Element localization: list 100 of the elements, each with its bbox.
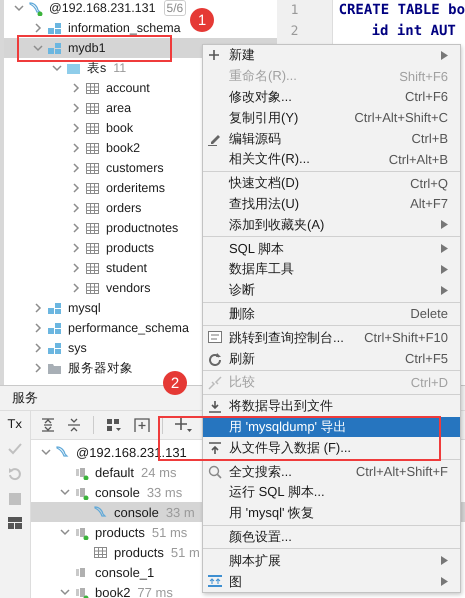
tree-row[interactable]: student bbox=[4, 258, 152, 278]
node-label: products bbox=[95, 524, 145, 540]
panel-title: 服务 bbox=[12, 390, 38, 405]
tree-row[interactable]: @192.168.231.131 5/6 bbox=[4, 0, 190, 18]
tree-row[interactable]: book bbox=[4, 118, 138, 138]
menu-item[interactable]: 图 bbox=[203, 571, 460, 592]
tree-row[interactable]: console 33 ms bbox=[31, 482, 186, 502]
add-frame-icon[interactable] bbox=[134, 417, 150, 433]
tree-row[interactable]: performance_schema bbox=[4, 318, 193, 338]
tree-row[interactable]: area bbox=[4, 98, 136, 118]
group-icon[interactable] bbox=[106, 418, 122, 432]
chevron-right-icon[interactable] bbox=[71, 123, 81, 133]
chevron-right-icon[interactable] bbox=[71, 83, 81, 93]
collapse-all-icon[interactable] bbox=[67, 418, 81, 432]
chevron-right-icon[interactable] bbox=[33, 303, 43, 313]
menu-item[interactable]: 跳转到查询控制台... Ctrl+Shift+F10 bbox=[203, 327, 460, 348]
node-label: 服务器对象 bbox=[68, 360, 133, 376]
tree-row[interactable]: productnotes bbox=[4, 218, 182, 238]
tree-row[interactable]: account bbox=[4, 78, 154, 98]
tree-row[interactable]: products 51 ms bbox=[31, 522, 192, 542]
layout-icon[interactable] bbox=[8, 517, 22, 529]
menu-item[interactable]: 复制引用(Y) Ctrl+Alt+Shift+C bbox=[203, 107, 460, 128]
tree-row[interactable]: sys bbox=[4, 338, 91, 358]
menu-item[interactable]: 相关文件(R)... Ctrl+Alt+B bbox=[203, 148, 460, 170]
table-icon bbox=[85, 80, 100, 96]
expand-all-icon[interactable] bbox=[41, 418, 55, 432]
menu-item[interactable]: 用 'mysqldump' 导出 bbox=[203, 416, 460, 438]
tree-row[interactable]: products bbox=[4, 238, 158, 258]
menu-item[interactable]: 删除 Delete bbox=[203, 304, 460, 324]
chevron-right-icon[interactable] bbox=[33, 323, 43, 333]
tree-row[interactable]: default 24 ms bbox=[31, 462, 180, 482]
menu-item[interactable]: 颜色设置... bbox=[203, 526, 460, 548]
chevron-right-icon[interactable] bbox=[71, 203, 81, 213]
menu-item[interactable]: 脚本扩展 bbox=[203, 550, 460, 572]
tree-row[interactable]: book2 bbox=[4, 138, 144, 158]
chevron-down-icon[interactable] bbox=[52, 63, 62, 73]
node-label: mydb1 bbox=[68, 41, 106, 55]
chevron-right-icon[interactable] bbox=[71, 183, 81, 193]
chevron-down-icon[interactable] bbox=[33, 43, 43, 53]
node-label: account bbox=[106, 81, 150, 95]
time-label: 77 ms bbox=[137, 584, 173, 598]
menu-item[interactable]: 运行 SQL 脚本... bbox=[203, 482, 460, 503]
node-label: sys bbox=[68, 341, 87, 355]
menu-item[interactable]: 添加到收藏夹(A) bbox=[203, 214, 460, 236]
tree-row[interactable]: book2 77 ms bbox=[31, 582, 177, 598]
step-badge: 2 bbox=[163, 371, 187, 395]
schema-icon bbox=[47, 340, 62, 356]
chevron-right-icon[interactable] bbox=[71, 223, 81, 233]
table-icon bbox=[85, 100, 100, 116]
node-label: book2 bbox=[95, 584, 130, 598]
code-line: id int AUT bbox=[370, 22, 457, 41]
menu-item[interactable]: 将数据导出到文件 bbox=[203, 396, 460, 417]
chevron-right-icon[interactable] bbox=[33, 363, 43, 373]
node-label: mysql bbox=[68, 301, 101, 315]
chevron-right-icon[interactable] bbox=[71, 263, 81, 273]
tree-row[interactable]: 表s 11 bbox=[4, 58, 130, 78]
menu-item[interactable]: SQL 脚本 bbox=[203, 238, 460, 259]
code-line: CREATE TABLE bo bbox=[338, 1, 465, 20]
menu-item[interactable]: 快速文档(D) Ctrl+Q bbox=[203, 172, 460, 194]
menu-item[interactable]: 数据库工具 bbox=[203, 258, 460, 280]
chevron-right-icon[interactable] bbox=[71, 103, 81, 113]
tree-row[interactable]: orderitems bbox=[4, 178, 170, 198]
tree-row[interactable]: vendors bbox=[4, 278, 154, 298]
tree-row[interactable]: orders bbox=[4, 198, 146, 218]
chevron-right-icon[interactable] bbox=[71, 163, 81, 173]
chevron-right-icon[interactable] bbox=[71, 143, 81, 153]
plus-icon bbox=[208, 49, 220, 61]
table-icon bbox=[85, 200, 100, 216]
chevron-right-icon[interactable] bbox=[71, 283, 81, 293]
node-label: productnotes bbox=[106, 221, 178, 235]
node-label: performance_schema bbox=[68, 321, 189, 335]
chevron-down-icon[interactable] bbox=[60, 527, 70, 537]
count-label: 11 bbox=[113, 61, 126, 75]
tree-row[interactable]: console_1 bbox=[31, 562, 158, 582]
tree-row[interactable]: customers bbox=[4, 158, 168, 178]
chevron-right-icon[interactable] bbox=[71, 243, 81, 253]
menu-item[interactable]: 从文件导入数据 (F)... bbox=[203, 437, 460, 458]
tree-row[interactable]: information_schema bbox=[4, 18, 185, 38]
menu-item[interactable]: 刷新 Ctrl+F5 bbox=[203, 348, 460, 369]
chevron-down-icon[interactable] bbox=[60, 487, 70, 497]
tree-row[interactable]: 服务器对象 bbox=[4, 358, 137, 378]
chevron-down-icon[interactable] bbox=[14, 3, 24, 13]
add-icon[interactable] bbox=[175, 417, 193, 433]
transaction-button[interactable]: Tx bbox=[8, 417, 22, 431]
menu-item[interactable]: 用 'mysql' 恢复 bbox=[203, 502, 460, 524]
tree-row[interactable]: mysql bbox=[4, 298, 105, 318]
chevron-down-icon[interactable] bbox=[60, 587, 70, 597]
table-icon bbox=[85, 120, 100, 136]
chevron-right-icon[interactable] bbox=[33, 23, 43, 33]
menu-item[interactable]: 查找用法(U) Alt+F7 bbox=[203, 194, 460, 214]
menu-item[interactable]: 全文搜索... Ctrl+Alt+Shift+F bbox=[203, 461, 460, 482]
check-icon[interactable] bbox=[8, 443, 22, 455]
tree-row[interactable]: products 51 m bbox=[31, 542, 204, 562]
menu-item[interactable]: 修改对象... Ctrl+F6 bbox=[203, 86, 460, 108]
menu-item[interactable]: 编辑源码 Ctrl+B bbox=[203, 128, 460, 149]
chevron-down-icon[interactable] bbox=[41, 447, 51, 457]
time-label: 24 ms bbox=[141, 464, 176, 480]
menu-item[interactable]: 诊断 bbox=[203, 280, 460, 301]
chevron-right-icon[interactable] bbox=[33, 343, 43, 353]
node-label: orders bbox=[106, 201, 142, 215]
